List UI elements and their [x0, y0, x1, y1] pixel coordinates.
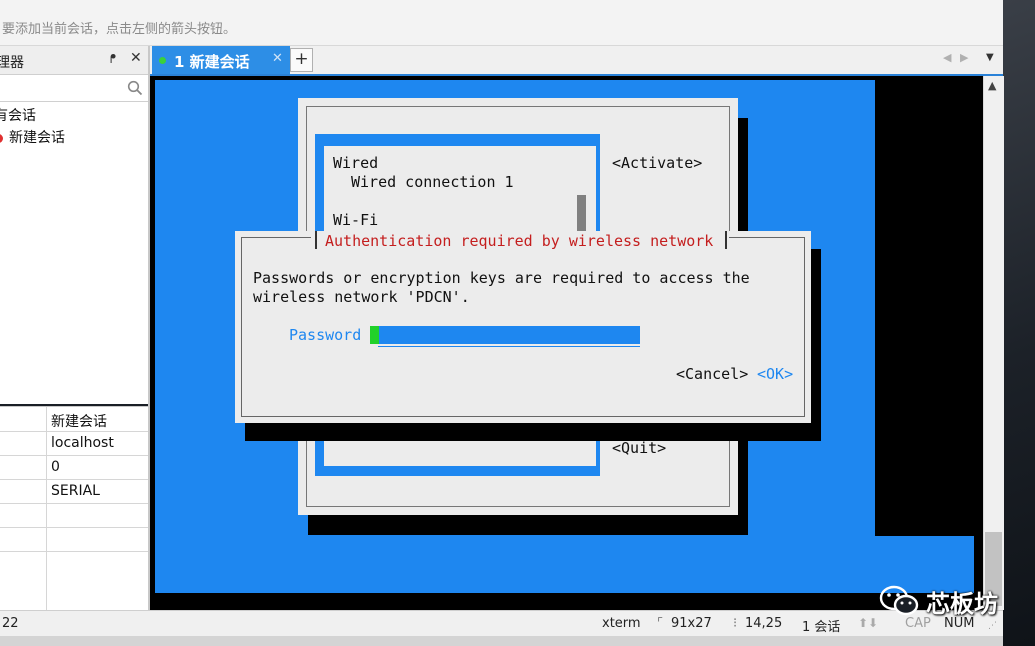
tab-new-session[interactable]: 1 新建会话 ✕	[152, 46, 290, 74]
tab-list-menu-icon[interactable]: ▼	[986, 52, 994, 63]
list-item-wired-connection[interactable]: Wired connection 1	[351, 173, 514, 191]
close-panel-button[interactable]: ✕	[130, 50, 142, 66]
tree-item-new-session[interactable]: 新建会话	[0, 127, 65, 147]
tab-scroll-left-icon[interactable]: ◀	[943, 51, 951, 64]
tree-item-all-sessions[interactable]: 有会话	[0, 105, 36, 125]
close-tab-icon[interactable]: ✕	[272, 51, 283, 66]
search-icon[interactable]	[127, 80, 143, 96]
auth-dialog-title: Authentication required by wireless netw…	[325, 232, 714, 250]
table-row: localhost	[0, 431, 148, 456]
title-bracket-left	[315, 231, 317, 249]
property-value: 0	[51, 459, 60, 475]
password-input[interactable]	[370, 326, 640, 344]
terminal-scrollbar[interactable]: ▲	[983, 76, 1004, 610]
status-left: 22	[2, 616, 19, 631]
text-cursor	[370, 326, 379, 344]
password-label: Password	[289, 326, 362, 344]
status-session-count: 1 会话	[802, 620, 841, 635]
status-term-type: xterm	[602, 616, 641, 631]
ok-button[interactable]: <OK>	[757, 365, 793, 383]
table-row	[0, 527, 148, 552]
add-tab-button[interactable]: +	[290, 48, 313, 72]
hint-text: 要添加当前会话，点击左侧的箭头按钮。	[2, 22, 237, 37]
property-value: SERIAL	[51, 483, 100, 499]
pin-icon[interactable]: ᖰ	[110, 52, 116, 67]
password-underline	[378, 346, 640, 347]
table-row	[0, 551, 148, 611]
auth-message-line2: wireless network 'PDCN'.	[253, 288, 470, 306]
auth-message-line1: Passwords or encryption keys are require…	[253, 269, 750, 287]
table-row: 0	[0, 455, 148, 480]
terminal-area[interactable]: Wired Wired connection 1 Wi-Fi <Activate…	[150, 76, 983, 610]
desktop-background	[1003, 0, 1035, 646]
tab-label: 1 新建会话	[174, 53, 250, 71]
auth-dialog: Authentication required by wireless netw…	[235, 231, 811, 423]
terminal-black-region	[875, 80, 974, 536]
scroll-up-icon[interactable]: ▲	[988, 79, 996, 92]
activate-button[interactable]: <Activate>	[612, 154, 702, 172]
session-status-icon	[0, 133, 3, 143]
tab-bar: 1 新建会话 ✕ + ◀ ▶ ▼	[150, 46, 1003, 76]
list-header-wired: Wired	[333, 154, 379, 172]
wechat-watermark: 芯板坊	[878, 582, 1003, 618]
table-row: 新建会话	[0, 407, 148, 432]
tree-item-label: 有会话	[0, 108, 36, 124]
resize-icon: ⌜	[657, 616, 664, 631]
connected-icon	[159, 57, 166, 64]
watermark-text: 芯板坊	[926, 590, 998, 618]
table-row: SERIAL	[0, 479, 148, 504]
list-header-wifi: Wi-Fi	[333, 211, 379, 229]
wechat-logo-icon	[879, 585, 919, 616]
session-tree: 有会话 新建会话	[0, 102, 148, 404]
tab-scroll-right-icon[interactable]: ▶	[960, 51, 968, 64]
tree-item-label: 新建会话	[9, 130, 65, 146]
status-cursor-position: 14,25	[745, 616, 783, 631]
status-terminal-size: 91x27	[671, 616, 712, 631]
property-value: 新建会话	[51, 414, 107, 430]
status-bar: 22 xterm ⌜ 91x27 ⁝ 14,25 1 会话 ⬆⬇ CAP NUM…	[0, 610, 1003, 637]
quit-button[interactable]: <Quit>	[612, 439, 666, 457]
cancel-button[interactable]: <Cancel>	[676, 365, 748, 383]
table-row	[0, 503, 148, 528]
upload-icon: ⬆⬇	[858, 616, 879, 630]
window-bottom-edge	[0, 636, 1003, 646]
cursor-position-icon: ⁝	[733, 616, 738, 631]
hint-bar: 要添加当前会话，点击左侧的箭头按钮。	[0, 0, 1003, 46]
resize-grip-icon[interactable]: ⋰	[988, 621, 997, 631]
title-bracket-right	[725, 231, 727, 249]
session-manager-header: 理器 ᖰ ✕	[0, 46, 148, 75]
session-search-input[interactable]	[0, 75, 148, 102]
property-value: localhost	[51, 435, 114, 451]
session-manager-title: 理器	[0, 55, 24, 71]
session-properties-table: 新建会话 localhost 0 SERIAL	[0, 406, 148, 611]
